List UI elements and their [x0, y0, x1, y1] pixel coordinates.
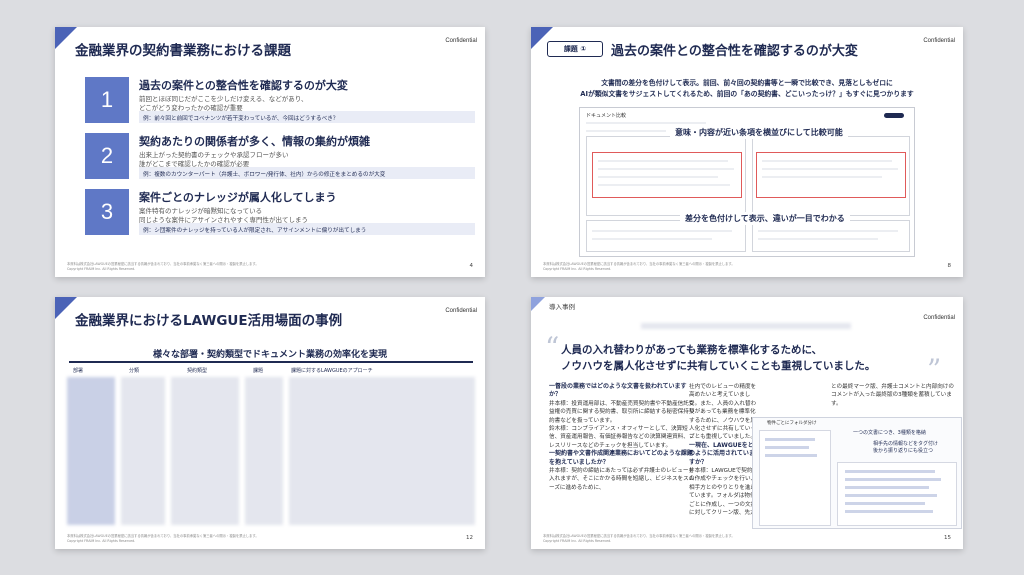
footer-copyright: Copyright FRAIM Inc. All Rights Reserved…: [543, 538, 612, 543]
blurred-column-approach: [289, 377, 475, 525]
callout-diff-color: 差分を色付けして表示、違いが一目でわかる: [680, 212, 850, 225]
confidential-label: Confidential: [923, 38, 955, 44]
section-label: 導入事例: [549, 303, 575, 311]
column-header-category: 分類: [129, 368, 140, 374]
description-line-2: AIが類似文書をサジェストしてくれるため、前回の「あの契約書、どこいったっけ？」…: [580, 90, 914, 98]
open-quote-icon: “: [545, 331, 560, 364]
column-header-department: 部署: [73, 368, 84, 374]
page-number: 4: [469, 263, 474, 269]
footer-notice: 本資料は株式会社LAWGUEの営業秘密に該当する情報が含まれており、当社の事前承…: [67, 534, 259, 538]
footer-copyright: Copyright FRAIM Inc. All Rights Reserved…: [67, 538, 136, 543]
slide-subheading: 様々な部署・契約類型でドキュメント業務の効率化を実現: [152, 350, 387, 360]
slide-case-study: 導入事例 Confidential “ 人員の入れ替わりがあっても業務を標準化す…: [531, 297, 963, 549]
blurred-logo: [641, 323, 851, 329]
interview-answer: 井本様：LAWGUEで契約書の作成やチェックを行い、相手方とのやりとりを進めてい…: [689, 468, 759, 517]
slide-footer: 本資料は株式会社LAWGUEの営業秘密に該当する情報が含まれており、当社の事前承…: [67, 262, 259, 271]
footer-copyright: Copyright FRAIM Inc. All Rights Reserved…: [67, 266, 136, 271]
toggle-switch: [884, 113, 904, 118]
issue-heading: 契約あたりの関係者が多く、情報の集約が煩雑: [139, 135, 370, 148]
confidential-label: Confidential: [923, 315, 955, 321]
slide-title: 金融業界におけるLAWGUE活用場面の事例: [75, 313, 343, 329]
page-number: 8: [947, 263, 952, 269]
interview-column-3: との最終マーク版、弁護士コメントと内部向けのコメントが入った最終版の3種類を蓄積…: [831, 384, 955, 407]
quote-line-2: ノウハウを属人化させずに共有していくことも重視していました。: [561, 360, 876, 372]
footer-copyright: Copyright FRAIM Inc. All Rights Reserved…: [543, 266, 612, 271]
page-number: 12: [466, 535, 473, 541]
interview-answer: 井本様：契約の締結にあたっては必ず弁護士のレビューを入れますが、そこにかかる時間…: [549, 468, 695, 491]
quote-line-1: 人員の入れ替わりがあっても業務を標準化するために、: [561, 344, 823, 356]
description-line-1: 文書間の差分を色付けして表示。前回、前々回の契約書等と一瞬で比較でき、見落としも…: [601, 79, 893, 87]
issue-number: 1: [85, 77, 129, 123]
diff-highlight-left: [592, 152, 742, 198]
interview-answer: 鈴木様：コンプライアンス・オフィサーとして、決算短信、資産運用報告、有価証券報告…: [549, 426, 695, 449]
blurred-column-issue: [245, 377, 283, 525]
slide-issues: 金融業界の契約書業務における課題 Confidential 1 過去の案件との整…: [55, 27, 485, 277]
interview-answer: 井本様：投資運用部は、不動産売買契約書や不動産信託受益権の売買に関する契約書、取…: [549, 400, 695, 424]
folder-diagram: 物件ごとにフォルダ分け 一つの文書につき、3種類を格納 相手先の情報などをタグ付…: [752, 417, 962, 529]
slide-corner-accent: [531, 297, 545, 311]
diagram-note-1: 一つの文書につき、3種類を格納: [853, 430, 926, 436]
interview-question: 一契約書や文書作成関連業務においてどのような課題を抱えていましたか？: [549, 450, 693, 466]
issue-block-1: 1 過去の案件との整合性を確認するのが大変 前回とほぼ同じだがここを少しだけ変え…: [85, 77, 475, 123]
issue-example: 例：前々回と前回でコベナンツが若干変わっているが、今回はどうするべき？: [139, 111, 475, 123]
issue-number: 2: [85, 133, 129, 179]
document-compare-screenshot: ドキュメント比較 意味・内容が近い条項を横並びにして比較可能 差分を色付けして表…: [579, 107, 915, 257]
confidential-label: Confidential: [445, 38, 477, 44]
issue-example: 例：複数のカウンターパート（弁護士、ボロワー/発行体、社内）からの修正をまとめる…: [139, 167, 475, 179]
slide-use-cases: 金融業界におけるLAWGUE活用場面の事例 Confidential 様々な部署…: [55, 297, 485, 549]
footer-notice: 本資料は株式会社LAWGUEの営業秘密に該当する情報が含まれており、当社の事前承…: [67, 262, 259, 266]
blurred-column-category: [121, 377, 165, 525]
window-title: ドキュメント比較: [586, 113, 627, 119]
diff-highlight-right: [756, 152, 906, 198]
slide-footer: 本資料は株式会社LAWGUEの営業秘密に該当する情報が含まれており、当社の事前承…: [543, 534, 735, 543]
footer-notice: 本資料は株式会社LAWGUEの営業秘密に該当する情報が含まれており、当社の事前承…: [543, 262, 735, 266]
issue-block-2: 2 契約あたりの関係者が多く、情報の集約が煩雑 出来上がった契約書のチェックや承…: [85, 133, 475, 179]
confidential-label: Confidential: [445, 308, 477, 314]
diagram-note-2: 相手先の情報などをタグ付け: [873, 441, 939, 447]
issue-example: 例：シ団案件のナレッジを持っている人が限定され、アサインメントに偏りが出てしまう: [139, 223, 475, 235]
slide-issue-1-detail: 課題 ① 過去の案件との整合性を確認するのが大変 Confidential 文書…: [531, 27, 963, 277]
interview-question: 一現在、LAWGUEをどのように活用されていますか？: [689, 441, 755, 466]
interview-column-1: 一督段の業務ではどのような文書を扱われていますか？ 井本様：投資運用部は、不動産…: [549, 383, 697, 492]
footer-notice: 本資料は株式会社LAWGUEの営業秘密に該当する情報が含まれており、当社の事前承…: [543, 534, 735, 538]
issue-badge: 課題 ①: [547, 41, 603, 57]
interview-answer: 社内でのレビューの精度を高めたいと考えていました。また、人員の入れ替わりがあって…: [689, 384, 757, 441]
folder-tree-panel: [759, 430, 831, 526]
diagram-tab-label: 物件ごとにフォルダ分け: [767, 421, 817, 426]
page-number: 15: [944, 535, 951, 541]
slide-corner-accent: [55, 297, 77, 319]
blurred-column-department: [67, 377, 115, 525]
column-header-contract-type: 契約類型: [187, 368, 208, 374]
slide-footer: 本資料は株式会社LAWGUEの営業秘密に該当する情報が含まれており、当社の事前承…: [67, 534, 259, 543]
subheading-underline: [69, 361, 473, 363]
column-header-approach: 課題に対するLAWGUEのアプローチ: [291, 368, 373, 374]
issue-block-3: 3 案件ごとのナレッジが属人化してしまう 案件特有のナレッジが暗黙知になっている…: [85, 189, 475, 235]
issue-number: 3: [85, 189, 129, 235]
blurred-column-contract-type: [171, 377, 239, 525]
issue-heading: 過去の案件との整合性を確認するのが大変: [139, 79, 348, 92]
interview-column-2: 社内でのレビューの精度を高めたいと考えていました。また、人員の入れ替わりがあって…: [689, 383, 759, 518]
close-quote-icon: ”: [927, 353, 942, 386]
column-header-issue: 課題: [253, 368, 264, 374]
interview-question: 一督段の業務ではどのような文書を扱われていますか？: [549, 383, 687, 399]
issue-heading: 案件ごとのナレッジが属人化してしまう: [139, 191, 337, 204]
slide-title: 金融業界の契約書業務における課題: [75, 43, 291, 59]
callout-side-by-side: 意味・内容が近い条項を横並びにして比較可能: [670, 126, 848, 139]
slide-corner-accent: [55, 27, 77, 49]
diagram-note-3: 後から振り返りにも役立つ: [873, 448, 934, 454]
slide-footer: 本資料は株式会社LAWGUEの営業秘密に該当する情報が含まれており、当社の事前承…: [543, 262, 735, 271]
slide-title: 過去の案件との整合性を確認するのが大変: [611, 44, 858, 59]
